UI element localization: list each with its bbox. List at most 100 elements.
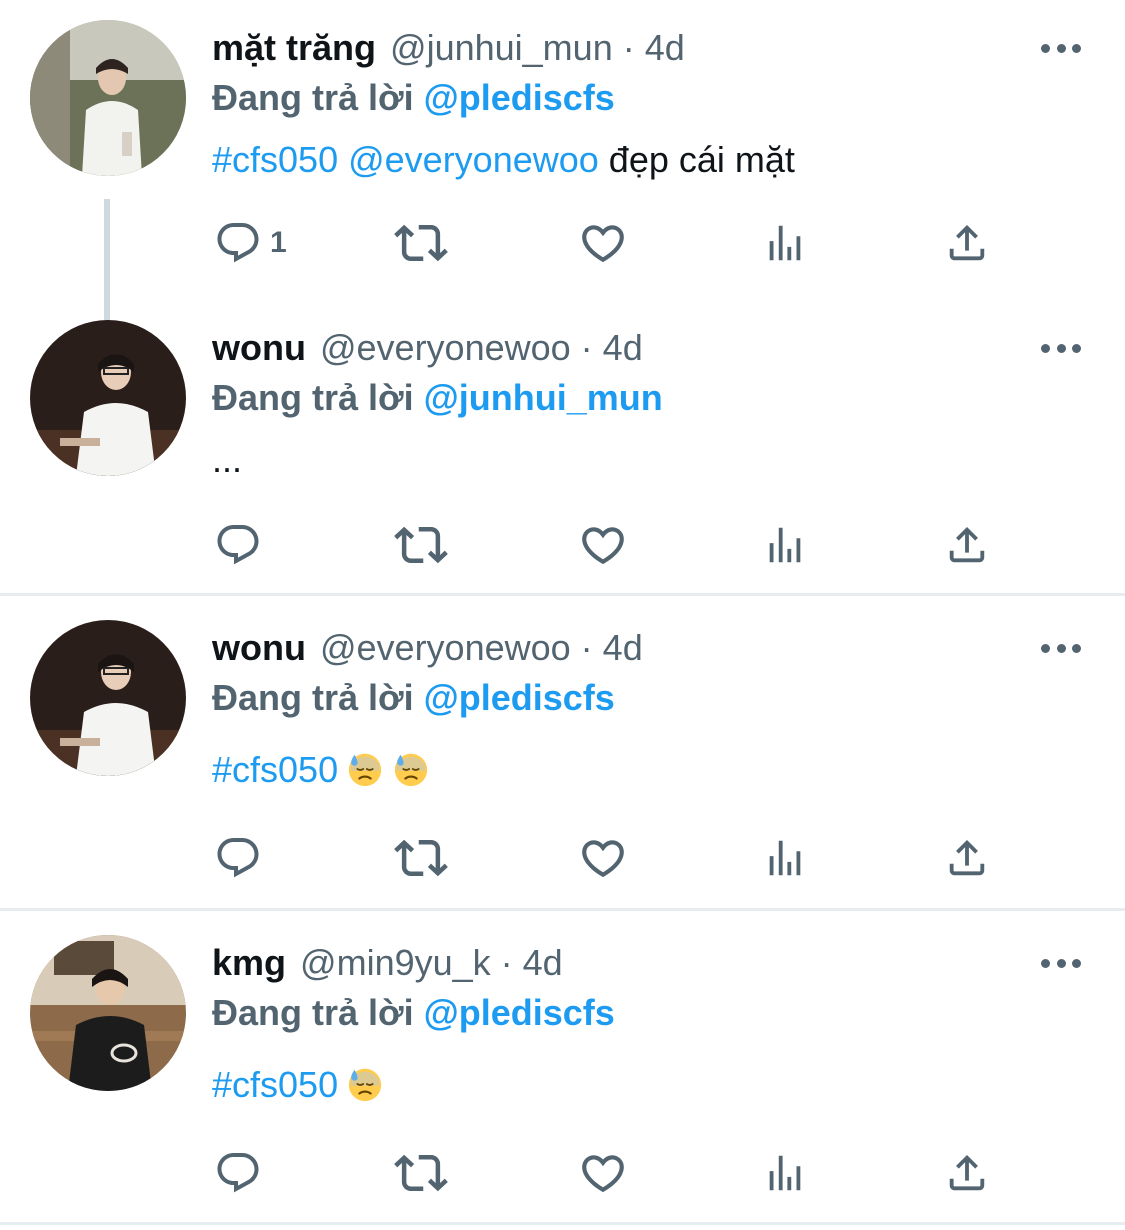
separator: · [580, 327, 593, 368]
reply-button[interactable] [214, 515, 262, 575]
reply-icon [214, 521, 262, 569]
like-button[interactable] [578, 213, 628, 273]
like-button[interactable] [578, 828, 628, 888]
share-icon [944, 1150, 990, 1196]
hashtag-link[interactable]: #cfs050 [212, 1064, 338, 1105]
divider [0, 1222, 1125, 1225]
separator: · [622, 27, 635, 68]
text-content: ... [212, 439, 243, 480]
reply-prefix: Đang trả lời [212, 77, 414, 118]
reply-to: Đang trả lời @plediscfs [212, 988, 615, 1038]
reply-to: Đang trả lời @junhui_mun [212, 373, 663, 423]
tweet-header: wonu @everyonewoo · 4d [212, 323, 643, 373]
reply-button[interactable] [214, 1143, 262, 1203]
user-handle[interactable]: @junhui_mun [390, 23, 613, 73]
thread-line [104, 199, 110, 339]
views-icon [762, 1150, 808, 1196]
reply-button[interactable]: 1 [214, 213, 287, 273]
heart-icon [578, 1148, 628, 1198]
text-content: đẹp cái mặt [598, 139, 795, 180]
reply-button[interactable] [214, 828, 262, 888]
divider [0, 593, 1125, 596]
reply-prefix: Đang trả lời [212, 992, 414, 1033]
tweet-header: kmg @min9yu_k · 4d [212, 938, 563, 988]
user-handle[interactable]: @everyonewoo [320, 623, 571, 673]
hashtag-link[interactable]: #cfs050 [212, 139, 338, 180]
tweet[interactable]: kmg @min9yu_k · 4d Đang trả lời @pledisc… [0, 935, 1125, 1223]
share-button[interactable] [944, 1143, 990, 1203]
reply-to: Đang trả lời @plediscfs [212, 673, 615, 723]
retweet-icon [394, 831, 448, 885]
downcast-face-with-sweat-icon [346, 1065, 384, 1103]
views-button[interactable] [762, 1143, 808, 1203]
action-bar [212, 1143, 1012, 1203]
separator: · [500, 942, 513, 983]
user-handle[interactable]: @min9yu_k [300, 938, 491, 988]
timestamp[interactable]: 4d [603, 323, 643, 373]
more-icon[interactable] [1041, 633, 1081, 663]
tweet[interactable]: mặt trăng @junhui_mun · 4d Đang trả lời … [0, 20, 1125, 339]
more-icon[interactable] [1041, 333, 1081, 363]
action-bar: 1 [212, 213, 1012, 273]
reply-prefix: Đang trả lời [212, 677, 414, 718]
share-icon [944, 522, 990, 568]
retweet-button[interactable] [394, 515, 448, 575]
avatar[interactable] [30, 320, 186, 476]
views-button[interactable] [762, 828, 808, 888]
display-name[interactable]: wonu [212, 623, 306, 673]
reply-prefix: Đang trả lời [212, 377, 414, 418]
retweet-button[interactable] [394, 828, 448, 888]
tweet[interactable]: wonu @everyonewoo · 4d Đang trả lời @jun… [0, 320, 1125, 593]
hashtag-link[interactable]: #cfs050 [212, 749, 338, 790]
views-button[interactable] [762, 515, 808, 575]
reply-icon [214, 1149, 262, 1197]
more-icon[interactable] [1041, 948, 1081, 978]
reply-to-mention[interactable]: @plediscfs [424, 677, 615, 718]
display-name[interactable]: wonu [212, 323, 306, 373]
views-icon [762, 220, 808, 266]
display-name[interactable]: mặt trăng [212, 23, 376, 73]
avatar[interactable] [30, 935, 186, 1091]
tweet-text: #cfs050 [212, 1060, 384, 1110]
divider [0, 908, 1125, 911]
retweet-icon [394, 216, 448, 270]
reply-icon [214, 219, 262, 267]
heart-icon [578, 833, 628, 883]
avatar[interactable] [30, 20, 186, 176]
more-icon[interactable] [1041, 33, 1081, 63]
avatar[interactable] [30, 620, 186, 776]
share-button[interactable] [944, 828, 990, 888]
reply-icon [214, 834, 262, 882]
tweet-text: #cfs050 [212, 745, 430, 795]
action-bar [212, 515, 1012, 575]
retweet-button[interactable] [394, 213, 448, 273]
user-handle[interactable]: @everyonewoo [320, 323, 571, 373]
heart-icon [578, 218, 628, 268]
tweet-text: #cfs050 @everyonewoo đẹp cái mặt [212, 135, 795, 185]
reply-count: 1 [270, 226, 287, 259]
like-button[interactable] [578, 1143, 628, 1203]
action-bar [212, 828, 1012, 888]
timestamp[interactable]: 4d [603, 623, 643, 673]
tweet[interactable]: wonu @everyonewoo · 4d Đang trả lời @ple… [0, 620, 1125, 908]
share-button[interactable] [944, 515, 990, 575]
mention-link[interactable]: @everyonewoo [348, 139, 599, 180]
reply-to-mention[interactable]: @plediscfs [424, 992, 615, 1033]
views-icon [762, 522, 808, 568]
retweet-icon [394, 1146, 448, 1200]
timestamp[interactable]: 4d [523, 938, 563, 988]
reply-to-mention[interactable]: @plediscfs [424, 77, 615, 118]
retweet-icon [394, 518, 448, 572]
reply-to: Đang trả lời @plediscfs [212, 73, 615, 123]
timestamp[interactable]: 4d [645, 23, 685, 73]
heart-icon [578, 520, 628, 570]
share-icon [944, 220, 990, 266]
tweet-header: mặt trăng @junhui_mun · 4d [212, 23, 685, 73]
reply-to-mention[interactable]: @junhui_mun [424, 377, 663, 418]
views-button[interactable] [762, 213, 808, 273]
like-button[interactable] [578, 515, 628, 575]
display-name[interactable]: kmg [212, 938, 286, 988]
retweet-button[interactable] [394, 1143, 448, 1203]
share-button[interactable] [944, 213, 990, 273]
views-icon [762, 835, 808, 881]
